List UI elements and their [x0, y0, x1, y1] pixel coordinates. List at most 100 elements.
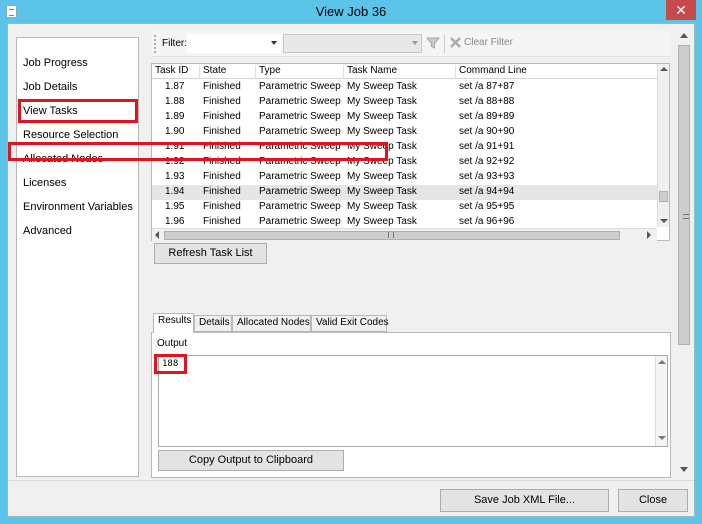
cell-type: Parametric Sweep	[259, 171, 341, 182]
cell-command-line: set /a 94+94	[459, 186, 515, 197]
cell-task-id: 1.88	[165, 96, 185, 107]
scroll-grip-icon	[388, 232, 394, 238]
nav-item-environment-variables[interactable]: Environment Variables	[23, 201, 133, 218]
column-header-task-id[interactable]: Task ID	[152, 65, 200, 78]
view-job-window: View Job 36 ✕ Job Progress Job Details V…	[0, 0, 702, 524]
tab-allocated-nodes[interactable]: Allocated Nodes	[232, 315, 311, 332]
title-bar[interactable]: View Job 36 ✕	[0, 0, 702, 23]
filter-value-dropdown[interactable]	[283, 34, 422, 53]
view-tasks-highlight	[18, 99, 138, 123]
table-row[interactable]: 1.90 Finished Parametric Sweep My Sweep …	[152, 125, 657, 140]
cell-task-name: My Sweep Task	[347, 216, 417, 227]
refresh-task-list-button[interactable]: Refresh Task List	[154, 243, 267, 264]
task-list-grid: Task ID State Type Task Name Command Lin…	[8, 63, 670, 241]
nav-item-advanced[interactable]: Advanced	[23, 225, 72, 242]
cell-task-id: 1.96	[165, 216, 185, 227]
scroll-thumb[interactable]	[659, 191, 668, 202]
output-label: Output	[157, 338, 188, 349]
tab-details[interactable]: Details	[194, 315, 232, 332]
scroll-up-arrow-icon[interactable]	[658, 360, 666, 364]
cell-state: Finished	[203, 216, 241, 227]
column-header-type[interactable]: Type	[256, 65, 344, 78]
nav-item-job-progress[interactable]: Job Progress	[23, 57, 88, 74]
close-button[interactable]: Close	[618, 489, 688, 512]
scroll-right-arrow-icon[interactable]	[647, 231, 651, 239]
filter-field-dropdown[interactable]	[187, 34, 281, 53]
navigation-panel: Job Progress Job Details View Tasks Reso…	[16, 37, 139, 477]
copy-output-button[interactable]: Copy Output to Clipboard	[158, 450, 344, 471]
table-row[interactable]: 1.89 Finished Parametric Sweep My Sweep …	[152, 110, 657, 125]
cell-task-name: My Sweep Task	[347, 96, 417, 107]
detail-tabs: Results Details Allocated Nodes Valid Ex…	[151, 313, 671, 333]
grid-horizontal-scrollbar[interactable]	[152, 228, 657, 241]
scroll-down-arrow-icon[interactable]	[658, 436, 666, 440]
scroll-grip-icon	[683, 214, 689, 219]
funnel-icon[interactable]	[426, 36, 440, 50]
cell-task-name: My Sweep Task	[347, 186, 417, 197]
chevron-down-icon	[412, 41, 418, 45]
table-row-selected[interactable]: 1.94 Finished Parametric Sweep My Sweep …	[152, 185, 657, 200]
cell-command-line: set /a 93+93	[459, 171, 515, 182]
column-header-command-line[interactable]: Command Line	[456, 65, 657, 78]
table-row[interactable]: 1.88 Finished Parametric Sweep My Sweep …	[152, 95, 657, 110]
toolbar-separator	[444, 35, 445, 53]
output-vertical-scrollbar[interactable]	[655, 356, 667, 446]
cell-state: Finished	[203, 171, 241, 182]
cell-state: Finished	[203, 126, 241, 137]
scroll-left-arrow-icon[interactable]	[155, 231, 159, 239]
scroll-down-arrow-icon[interactable]	[660, 219, 668, 223]
cell-state: Finished	[203, 186, 241, 197]
cell-task-name: My Sweep Task	[347, 201, 417, 212]
scroll-down-arrow-icon[interactable]	[680, 467, 688, 472]
cell-type: Parametric Sweep	[259, 216, 341, 227]
cell-type: Parametric Sweep	[259, 111, 341, 122]
page-scroll-thumb[interactable]	[678, 45, 690, 345]
cell-task-id: 1.94	[165, 186, 185, 197]
save-job-xml-button[interactable]: Save Job XML File...	[440, 489, 609, 512]
filter-toolbar: Filter: Clear Filter	[152, 31, 670, 57]
cell-task-id: 1.90	[165, 126, 185, 137]
cell-task-name: My Sweep Task	[347, 171, 417, 182]
column-header-task-name[interactable]: Task Name	[344, 65, 456, 78]
grid-vertical-scrollbar[interactable]	[657, 64, 669, 227]
scroll-up-arrow-icon[interactable]	[680, 33, 688, 38]
nav-item-job-details[interactable]: Job Details	[23, 81, 77, 98]
table-row[interactable]: 1.87 Finished Parametric Sweep My Sweep …	[152, 80, 657, 95]
tab-valid-exit-codes[interactable]: Valid Exit Codes	[311, 315, 389, 332]
cell-task-name: My Sweep Task	[347, 81, 417, 92]
cell-type: Parametric Sweep	[259, 186, 341, 197]
table-row[interactable]: 1.96 Finished Parametric Sweep My Sweep …	[152, 215, 657, 228]
cell-command-line: set /a 90+90	[459, 126, 515, 137]
selected-row-highlight	[8, 142, 388, 161]
footer-divider	[8, 480, 694, 481]
page-vertical-scrollbar[interactable]	[677, 27, 692, 479]
cell-command-line: set /a 96+96	[459, 216, 515, 227]
cell-type: Parametric Sweep	[259, 81, 341, 92]
cell-task-id: 1.93	[165, 171, 185, 182]
cell-task-id: 1.95	[165, 201, 185, 212]
clear-filter-label: Clear Filter	[464, 37, 513, 48]
chevron-down-icon	[271, 41, 277, 45]
output-value-highlight	[154, 354, 187, 374]
output-textbox[interactable]: 188	[158, 355, 668, 447]
cell-command-line: set /a 91+91	[459, 141, 515, 152]
column-header-state[interactable]: State	[200, 65, 256, 78]
nav-item-licenses[interactable]: Licenses	[23, 177, 66, 194]
cell-state: Finished	[203, 81, 241, 92]
cell-state: Finished	[203, 111, 241, 122]
cell-type: Parametric Sweep	[259, 201, 341, 212]
toolbar-grip	[154, 35, 156, 53]
filter-label: Filter:	[162, 38, 187, 49]
window-client-area: Job Progress Job Details View Tasks Reso…	[7, 23, 695, 517]
window-title: View Job 36	[315, 4, 387, 19]
cell-task-name: My Sweep Task	[347, 111, 417, 122]
tab-results[interactable]: Results	[153, 313, 194, 333]
cell-type: Parametric Sweep	[259, 96, 341, 107]
table-row[interactable]: 1.93 Finished Parametric Sweep My Sweep …	[152, 170, 657, 185]
clear-filter-x-icon	[450, 37, 461, 48]
cell-task-name: My Sweep Task	[347, 126, 417, 137]
window-close-button[interactable]: ✕	[666, 0, 696, 20]
cell-state: Finished	[203, 96, 241, 107]
scroll-up-arrow-icon[interactable]	[660, 67, 668, 71]
table-row[interactable]: 1.95 Finished Parametric Sweep My Sweep …	[152, 200, 657, 215]
